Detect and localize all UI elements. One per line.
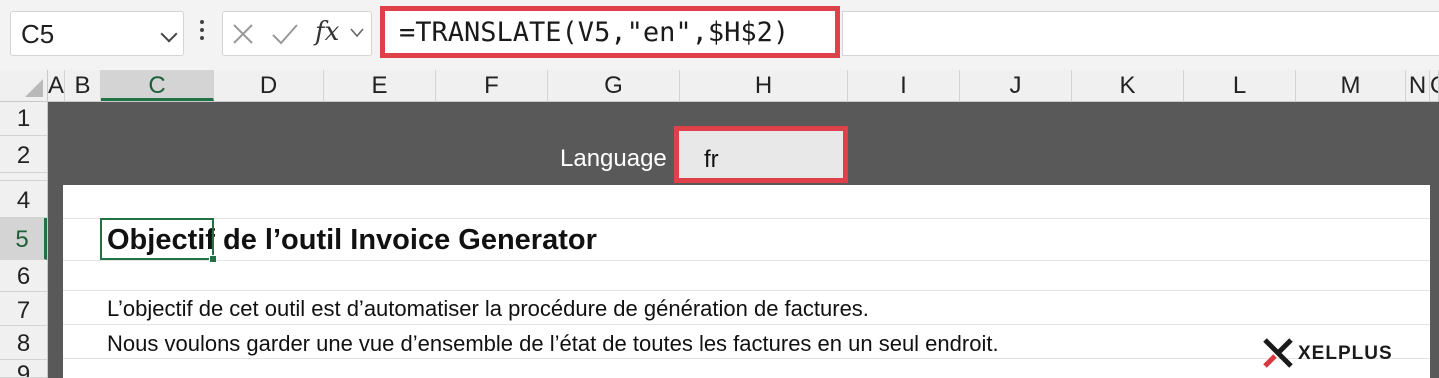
row-header-1[interactable]: 1 xyxy=(0,102,47,136)
language-cell[interactable]: fr xyxy=(674,126,848,183)
column-header-k[interactable]: K xyxy=(1072,70,1184,101)
row-header-3[interactable]: 3 xyxy=(0,173,47,181)
gridline xyxy=(63,260,1430,261)
formula-buttons: fx xyxy=(222,11,372,56)
name-box-value: C5 xyxy=(21,19,55,49)
column-header-m[interactable]: M xyxy=(1296,70,1406,101)
column-header-i[interactable]: I xyxy=(848,70,960,101)
column-header-f[interactable]: F xyxy=(436,70,548,101)
column-headers: A B C D E F G H I J K L M N O xyxy=(48,70,1439,102)
right-border-band xyxy=(1430,185,1439,378)
column-header-d[interactable]: D xyxy=(214,70,324,101)
row-header-9[interactable]: 9 xyxy=(0,360,47,378)
column-header-a[interactable]: A xyxy=(48,70,65,101)
column-header-h[interactable]: H xyxy=(680,70,848,101)
row-header-7[interactable]: 7 xyxy=(0,292,47,326)
gridline xyxy=(63,218,1430,219)
name-box[interactable]: C5 xyxy=(10,11,184,56)
enter-check-icon[interactable] xyxy=(271,22,299,46)
column-header-n[interactable]: N xyxy=(1406,70,1430,101)
column-header-j[interactable]: J xyxy=(960,70,1072,101)
column-header-o[interactable]: O xyxy=(1430,70,1439,101)
select-all-corner[interactable] xyxy=(0,70,48,102)
x-logo-icon xyxy=(1263,338,1293,368)
formula-text: =TRANSLATE(V5,"en",$H$2) xyxy=(399,17,790,48)
insert-function-icon[interactable]: fx xyxy=(315,17,339,47)
row-header-5[interactable]: 5 xyxy=(0,218,47,260)
chevron-down-icon[interactable] xyxy=(349,27,365,39)
gridline xyxy=(63,324,1430,325)
column-header-b[interactable]: B xyxy=(65,70,101,101)
left-border-band xyxy=(48,185,63,378)
language-label: Language xyxy=(560,145,667,172)
more-options-icon[interactable] xyxy=(198,20,206,50)
formula-input[interactable]: =TRANSLATE(V5,"en",$H$2) xyxy=(380,6,840,58)
language-value: fr xyxy=(704,146,719,173)
row-header-2[interactable]: 2 xyxy=(0,136,47,173)
description-line-1: L’objectif de cet outil est d’automatise… xyxy=(107,296,869,321)
row-header-8[interactable]: 8 xyxy=(0,326,47,360)
column-header-l[interactable]: L xyxy=(1184,70,1296,101)
column-header-c[interactable]: C xyxy=(101,70,214,101)
row-header-4[interactable]: 4 xyxy=(0,181,47,218)
gridline xyxy=(63,358,1430,359)
active-cell-c5[interactable] xyxy=(100,218,217,263)
formula-input-extension[interactable] xyxy=(842,11,1439,56)
gridline xyxy=(63,290,1430,291)
logo-text: XELPLUS xyxy=(1298,343,1393,364)
cancel-icon[interactable] xyxy=(231,22,255,46)
description-line-2: Nous voulons garder une vue d’ensemble d… xyxy=(107,331,999,356)
row-header-6[interactable]: 6 xyxy=(0,260,47,292)
column-header-g[interactable]: G xyxy=(548,70,680,101)
column-header-e[interactable]: E xyxy=(324,70,436,101)
fill-handle[interactable] xyxy=(209,255,217,263)
chevron-down-icon[interactable] xyxy=(160,25,178,43)
row-headers: 1 2 3 4 5 6 7 8 9 xyxy=(0,102,48,378)
